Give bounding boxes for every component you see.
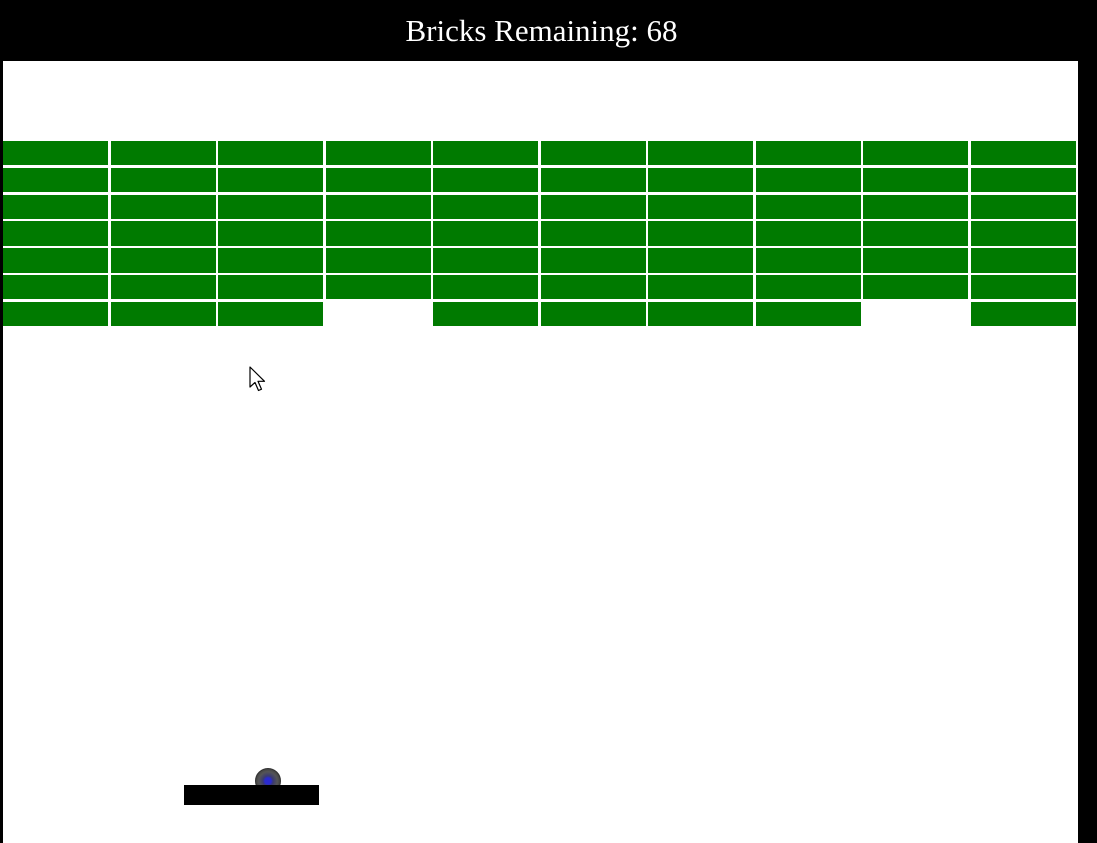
brick [648,221,754,246]
brick [755,141,861,166]
brick [863,194,969,219]
brick [970,141,1076,166]
brick [433,221,539,246]
brick [218,221,324,246]
brick [3,141,109,166]
brick [970,275,1076,300]
brick [648,301,754,327]
brick [433,301,539,327]
brick [218,141,324,166]
brick [218,167,324,193]
brick [540,221,646,246]
brick [325,275,431,300]
brick [110,301,216,327]
brick [325,141,431,166]
brick [3,301,109,327]
brick [755,275,861,300]
brick [863,221,969,246]
brick [540,275,646,300]
brick [325,167,431,193]
hud-header: Bricks Remaining: 68 [0,0,1097,60]
brick [540,248,646,273]
brick [433,248,539,273]
brick [110,194,216,219]
game-field[interactable] [3,61,1078,843]
bricks-remaining-count: 68 [646,12,678,48]
brick [110,167,216,193]
bricks-remaining-label: Bricks Remaining: [405,12,639,48]
bricks-remaining-text: Bricks Remaining: 68 [405,15,677,46]
brick [110,221,216,246]
brick [648,141,754,166]
brick [970,194,1076,219]
brick [218,301,324,327]
brick [755,221,861,246]
brick [218,275,324,300]
brick [433,141,539,166]
brick [648,248,754,273]
brick [3,221,109,246]
brick [648,275,754,300]
brick [755,248,861,273]
brick [863,248,969,273]
brick [970,301,1076,327]
brick [3,167,109,193]
brick [218,248,324,273]
brick [3,194,109,219]
brick-grid [3,141,1078,329]
brick [863,167,969,193]
brick [540,141,646,166]
brick [325,221,431,246]
brick [325,194,431,219]
brick [970,167,1076,193]
brick [325,248,431,273]
brick [970,221,1076,246]
brick [863,141,969,166]
brick [755,194,861,219]
brick [648,194,754,219]
brick [433,167,539,193]
brick [755,167,861,193]
brick [433,194,539,219]
brick [110,275,216,300]
brick [540,167,646,193]
brick [755,301,861,327]
brick [540,194,646,219]
brick [433,275,539,300]
brick [970,248,1076,273]
brick [110,248,216,273]
brick [110,141,216,166]
brick [3,275,109,300]
brick [648,167,754,193]
brick [3,248,109,273]
brick [540,301,646,327]
brick [218,194,324,219]
brick [863,275,969,300]
paddle[interactable] [184,785,319,805]
